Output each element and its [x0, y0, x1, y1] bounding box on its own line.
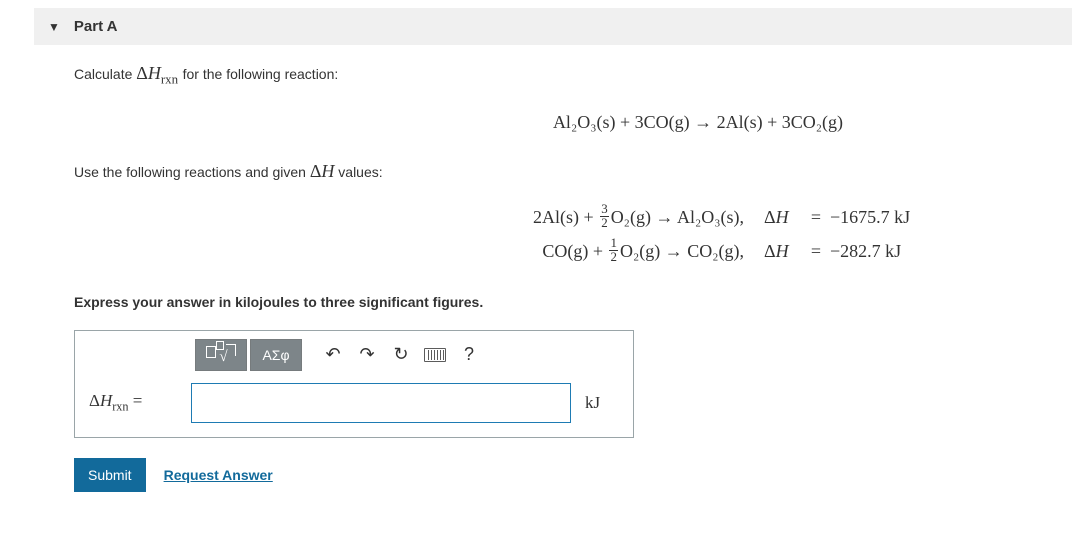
answer-label: ΔHrxn = [89, 391, 191, 414]
question-prompt: Calculate ΔHrxn for the following reacti… [74, 63, 1072, 88]
keyboard-icon [424, 348, 446, 362]
answer-row: ΔHrxn = kJ [89, 383, 619, 423]
reset-button[interactable]: ↻ [384, 339, 418, 371]
content: Calculate ΔHrxn for the following reacti… [30, 45, 1072, 492]
formatting-toolbar: √ ΑΣφ ↶ ↷ ↻ ? [195, 339, 619, 371]
prompt-before: Calculate [74, 66, 136, 82]
page: ▼ Part A Calculate ΔHrxn for the followi… [0, 0, 1086, 512]
submit-button[interactable]: Submit [74, 458, 146, 492]
delta-h-symbol: ΔHrxn [136, 63, 182, 83]
answer-instruction: Express your answer in kilojoules to thr… [74, 294, 1072, 310]
templates-button[interactable]: √ [195, 339, 247, 371]
answer-input[interactable] [191, 383, 571, 423]
action-row: Submit Request Answer [74, 458, 1072, 492]
given-reaction-row: 2Al(s) + 32O₂(g) → Al₂O₃(s), ΔH = −1675.… [384, 200, 1072, 234]
target-reaction-equation: Al₂O₃(s) + 3CO(g) → 2Al(s) + 3CO₂(g) [324, 112, 1072, 133]
collapse-caret-icon[interactable]: ▼ [48, 20, 60, 34]
request-answer-link[interactable]: Request Answer [164, 467, 273, 483]
prompt-after: for the following reaction: [183, 66, 339, 82]
symbols-button[interactable]: ΑΣφ [250, 339, 302, 371]
delta-h-symbol: ΔH [310, 161, 335, 181]
given-reactions: 2Al(s) + 32O₂(g) → Al₂O₃(s), ΔH = −1675.… [384, 200, 1072, 268]
given-intro: Use the following reactions and given ΔH… [74, 161, 1072, 182]
keyboard-button[interactable] [418, 339, 452, 371]
answer-panel: √ ΑΣφ ↶ ↷ ↻ ? ΔHrxn = kJ [74, 330, 634, 438]
redo-button[interactable]: ↷ [350, 339, 384, 371]
part-title: Part A [74, 18, 118, 35]
undo-button[interactable]: ↶ [316, 339, 350, 371]
given-reaction-row: CO(g) + 12O₂(g) → CO₂(g), ΔH = −282.7 kJ [384, 234, 1072, 268]
part-header[interactable]: ▼ Part A [34, 8, 1072, 45]
answer-unit: kJ [571, 393, 600, 413]
help-button[interactable]: ? [452, 339, 486, 371]
